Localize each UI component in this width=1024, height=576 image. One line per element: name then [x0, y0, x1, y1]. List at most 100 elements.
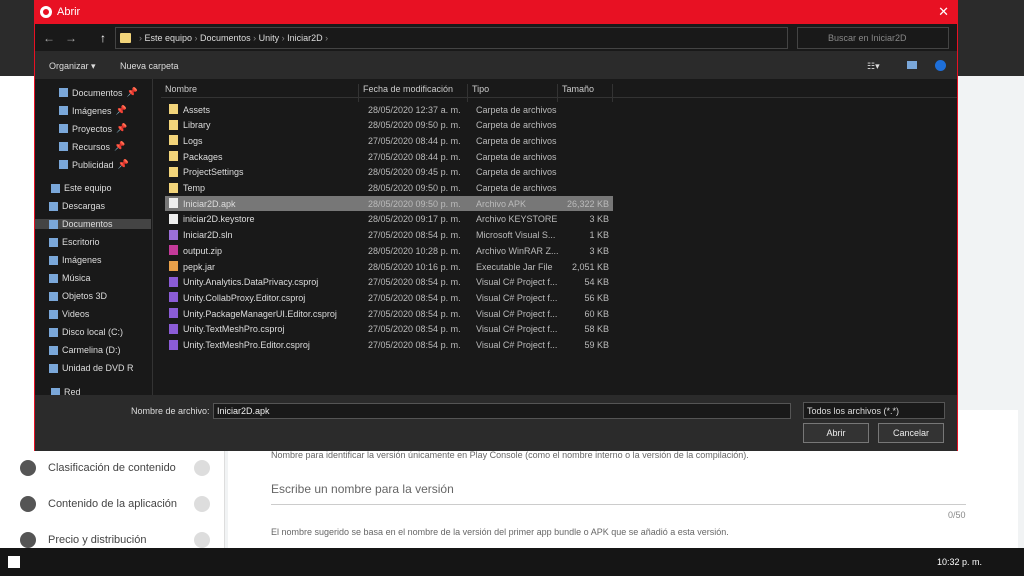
file-type: Carpeta de archivos	[476, 151, 557, 162]
file-name: ProjectSettings	[183, 167, 244, 178]
file-type: Microsoft Visual S...	[476, 230, 556, 241]
csproj-icon	[169, 292, 178, 303]
file-size: 56 KB	[584, 292, 609, 303]
open-button[interactable]: Abrir	[803, 423, 869, 443]
folder-icon	[59, 124, 68, 133]
column-date[interactable]: Fecha de modificación	[358, 84, 453, 102]
file-type: Executable Jar File	[476, 261, 553, 272]
hint-text: El nombre sugerido se basa en el nombre …	[271, 527, 729, 537]
nav-item[interactable]: Música	[49, 273, 91, 283]
nav-item[interactable]: Proyectos 📌	[45, 123, 133, 134]
nav-item[interactable]: Este equipo	[45, 183, 112, 193]
up-icon[interactable]: ↑	[100, 31, 106, 45]
forward-icon[interactable]: →	[65, 31, 77, 45]
help-icon[interactable]	[935, 60, 946, 71]
nav-item[interactable]: Recursos 📌	[45, 141, 131, 152]
jar-icon	[169, 261, 178, 271]
file-name: Library	[183, 120, 211, 131]
organize-button[interactable]: Organizar ▾	[49, 61, 96, 72]
file-name: Iniciar2D.apk	[183, 198, 236, 209]
navigation-pane: Documentos 📌 Imágenes 📌 Proyectos 📌 Recursos 📌 P…	[35, 79, 153, 397]
file-row[interactable]: Iniciar2D.sln 27/05/2020 08:54 p. m. Micro…	[165, 228, 613, 243]
folder-icon	[49, 345, 58, 355]
view-icon[interactable]: ☷▾	[867, 61, 880, 72]
file-row[interactable]: Temp 28/05/2020 09:50 p. m. Carpeta de arc…	[165, 181, 613, 196]
breadcrumb-item[interactable]: Este equipo	[145, 33, 193, 43]
nav-item[interactable]: Imágenes 📌	[45, 105, 133, 116]
file-row[interactable]: pepk.jar 28/05/2020 10:16 p. m. Executable…	[165, 259, 613, 274]
close-button[interactable]: ✕	[938, 4, 949, 20]
check-icon	[194, 460, 210, 476]
file-name: Temp	[183, 183, 206, 193]
file-row[interactable]: Unity.CollabProxy.Editor.csproj 27/05/202…	[165, 290, 613, 305]
search-input[interactable]: Buscar en Iniciar2D	[797, 27, 949, 49]
file-row[interactable]: Unity.PackageManagerUI.Editor.csproj 27/0…	[165, 306, 613, 321]
nav-item[interactable]: Videos	[49, 309, 89, 319]
file-row[interactable]: Logs 27/05/2020 08:44 p. m. Carpeta de arc…	[165, 133, 613, 148]
file-row[interactable]: Packages 27/05/2020 08:44 p. m. Carpeta de…	[165, 149, 613, 164]
sidebar-item-pricing[interactable]: Precio y distribución	[20, 532, 210, 548]
file-row[interactable]: ProjectSettings 28/05/2020 09:45 p. m. Car…	[165, 165, 613, 180]
file-type: Carpeta de archivos	[476, 183, 557, 193]
preview-pane-icon[interactable]	[907, 61, 917, 69]
back-icon[interactable]: ←	[43, 31, 55, 45]
nav-item[interactable]: Disco local (C:)	[49, 327, 123, 337]
start-icon[interactable]	[8, 556, 20, 568]
folder-icon	[169, 182, 178, 193]
file-size: 2,051 KB	[571, 261, 609, 272]
zip-icon	[169, 245, 178, 256]
csproj-icon	[169, 308, 178, 319]
file-size: 3 KB	[589, 245, 609, 256]
version-name-input[interactable]: Escribe un nombre para la versión	[271, 482, 966, 505]
file-type-select[interactable]: Todos los archivos (*.*)	[803, 402, 945, 419]
folder-icon	[49, 363, 58, 373]
file-name: Unity.CollabProxy.Editor.csproj	[183, 292, 306, 303]
sidebar-item-app-content[interactable]: Contenido de la aplicación	[20, 496, 210, 512]
folder-icon	[169, 104, 178, 114]
address-bar[interactable]: › Este equipo › Documentos › Unity › Ini…	[115, 27, 788, 49]
breadcrumb-item[interactable]: Iniciar2D	[287, 33, 323, 43]
file-row[interactable]: Unity.Analytics.DataPrivacy.csproj 27/05/…	[165, 275, 613, 290]
file-icon	[169, 213, 178, 224]
column-type[interactable]: Tipo	[467, 84, 489, 102]
nav-item[interactable]: Documentos	[35, 219, 151, 229]
open-file-dialog: Abrir ✕ ← → ↑ › Este equipo › Documentos …	[34, 0, 958, 451]
sln-icon	[169, 229, 178, 240]
file-date: 27/05/2020 08:54 p. m.	[368, 340, 461, 350]
file-type: Visual C# Project f...	[476, 308, 558, 319]
file-row[interactable]: Unity.TextMeshPro.csproj 27/05/2020 08:54…	[165, 322, 613, 337]
nav-item[interactable]: Imágenes	[49, 255, 102, 265]
breadcrumb-item[interactable]: Documentos	[200, 33, 251, 43]
file-type: Visual C# Project f...	[476, 292, 558, 303]
file-date: 27/05/2020 08:54 p. m.	[368, 230, 461, 241]
file-row[interactable]: Iniciar2D.apk 28/05/2020 09:50 p. m. Archi…	[165, 196, 613, 212]
file-size: 1 KB	[589, 230, 609, 241]
folder-icon	[49, 327, 58, 337]
file-row[interactable]: output.zip 28/05/2020 10:28 p. m. Archivo …	[165, 243, 613, 258]
breadcrumb-item[interactable]: Unity	[259, 33, 280, 43]
folder-icon	[169, 166, 178, 177]
file-name: Unity.Analytics.DataPrivacy.csproj	[183, 277, 319, 288]
nav-item[interactable]: Descargas	[49, 201, 105, 211]
column-name[interactable]: Nombre	[161, 84, 197, 102]
file-type: Archivo KEYSTORE	[476, 214, 558, 225]
new-folder-button[interactable]: Nueva carpeta	[120, 61, 179, 71]
cancel-button[interactable]: Cancelar	[878, 423, 944, 443]
file-row[interactable]: Assets 28/05/2020 12:37 a. m. Carpeta de a…	[165, 102, 613, 117]
sidebar-item-content-rating[interactable]: Clasificación de contenido	[20, 460, 210, 476]
file-row[interactable]: iniciar2D.keystore 28/05/2020 09:17 p. m.…	[165, 212, 613, 227]
folder-icon	[169, 119, 178, 130]
column-size[interactable]: Tamaño	[557, 84, 613, 102]
nav-item[interactable]: Documentos 📌	[45, 87, 144, 98]
nav-item[interactable]: Objetos 3D	[49, 291, 107, 301]
file-row[interactable]: Library 28/05/2020 09:50 p. m. Carpeta de …	[165, 118, 613, 133]
nav-item[interactable]: Publicidad 📌	[45, 159, 135, 170]
file-date: 27/05/2020 08:54 p. m.	[368, 308, 461, 319]
csproj-icon	[169, 276, 178, 287]
csproj-icon	[169, 323, 178, 334]
nav-item[interactable]: Carmelina (D:)	[49, 345, 121, 355]
file-row[interactable]: Unity.TextMeshPro.Editor.csproj 27/05/202…	[165, 338, 613, 353]
nav-item[interactable]: Unidad de DVD R	[49, 363, 134, 373]
nav-item[interactable]: Escritorio	[49, 237, 100, 247]
filename-input[interactable]: Iniciar2D.apk	[213, 403, 791, 419]
